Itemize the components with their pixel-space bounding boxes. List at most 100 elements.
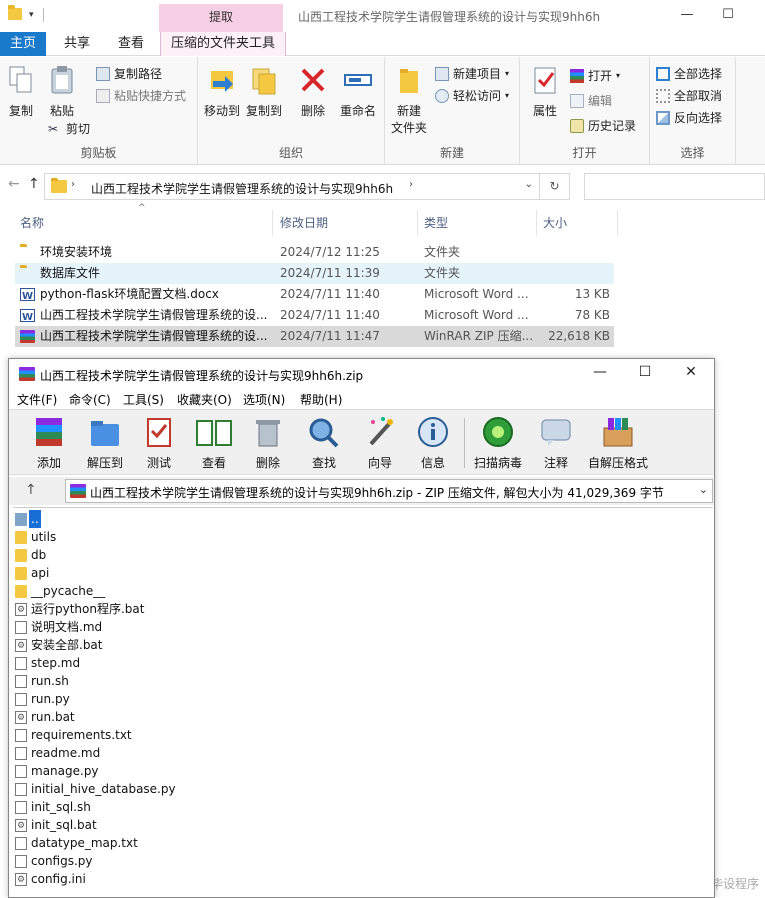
menu-commands[interactable]: 命令(C) <box>69 391 111 408</box>
copy-to-label: 复制到 <box>245 104 282 118</box>
chevron-down-icon: ▾ <box>505 91 510 100</box>
column-header-name[interactable]: 名称 <box>15 210 273 236</box>
copy-button[interactable]: 复制 <box>4 65 38 119</box>
wizard-wand-icon <box>369 417 393 446</box>
wizard-button[interactable]: 向导 <box>361 416 399 471</box>
search-input[interactable] <box>584 173 765 200</box>
paste-icon <box>51 66 73 94</box>
close-button[interactable]: ✕ <box>680 364 702 380</box>
test-button[interactable]: 测试 <box>140 416 178 471</box>
new-item-icon <box>435 66 449 81</box>
properties-button[interactable]: 属性 <box>526 65 564 119</box>
file-row[interactable]: 山西工程技术学院学生请假管理系统的设... 2024/7/11 11:47 Wi… <box>15 326 614 347</box>
address-bar[interactable]: › 山西工程技术学院学生请假管理系统的设计与实现9hh6h › ⌄ <box>44 173 540 200</box>
file-size: 78 KB <box>574 308 610 322</box>
paste-button[interactable]: 粘贴 <box>44 65 80 119</box>
select-none-label: 全部取消 <box>674 89 723 103</box>
clipboard-group-label: 剪贴板 <box>80 146 117 160</box>
archive-item-name: init_sql.bat <box>31 818 97 832</box>
history-icon <box>570 118 584 133</box>
maximize-button[interactable]: ☐ <box>718 6 738 24</box>
rename-button[interactable]: 重命名 <box>336 65 380 119</box>
delete-button[interactable]: 删除 <box>296 65 330 119</box>
address-bar-row: ← ↑ › 山西工程技术学院学生请假管理系统的设计与实现9hh6h › ⌄ ↻ <box>0 170 765 202</box>
new-item-button[interactable]: 新建项目 ▾ <box>435 65 509 82</box>
refresh-button[interactable]: ↻ <box>540 173 570 200</box>
folder-icon <box>15 585 27 598</box>
copy-to-button[interactable]: 复制到 <box>244 65 284 119</box>
menu-favorites[interactable]: 收藏夹(O) <box>177 391 232 408</box>
archive-item-name: api <box>31 566 50 580</box>
tab-share[interactable]: 共享 <box>54 32 100 56</box>
history-button[interactable]: 历史记录 <box>570 117 636 134</box>
file-row[interactable]: python-flask环境配置文档.docx 2024/7/11 11:40 … <box>15 284 614 307</box>
easy-access-button[interactable]: 轻松访问 ▾ <box>435 87 509 104</box>
paste-shortcut-button[interactable]: 粘贴快捷方式 <box>96 87 186 104</box>
menu-file[interactable]: 文件(F) <box>17 391 57 408</box>
edit-button[interactable]: 编辑 <box>570 92 612 109</box>
column-header-type[interactable]: 类型 <box>419 210 537 236</box>
tab-home[interactable]: 主页 <box>0 32 47 56</box>
edit-label: 编辑 <box>588 94 613 108</box>
virus-scan-button[interactable]: 扫描病毒 <box>471 416 525 471</box>
file-row[interactable]: 环境安装环境 2024/7/12 11:25 文件夹 <box>15 242 614 263</box>
add-button[interactable]: 添加 <box>29 416 69 471</box>
info-button[interactable]: 信息 <box>414 416 452 471</box>
minimize-button[interactable]: — <box>677 6 697 24</box>
file-row[interactable]: 数据库文件 2024/7/11 11:39 文件夹 <box>15 263 614 284</box>
column-header-size[interactable]: 大小 <box>538 210 618 236</box>
file-date: 2024/7/12 11:25 <box>280 245 380 259</box>
file-row[interactable]: 山西工程技术学院学生请假管理系统的设... 2024/7/11 11:40 Mi… <box>15 305 614 328</box>
sfx-label: 自解压格式 <box>587 456 648 470</box>
archive-file-list: .. utils db api __pycache__ 运行python程序.bat 说明文… <box>13 507 713 897</box>
up-arrow-icon[interactable]: ↑ <box>28 176 40 192</box>
sfx-button[interactable]: 自解压格式 <box>587 416 649 471</box>
select-none-button[interactable]: 全部取消 <box>656 87 722 104</box>
folder-icon[interactable] <box>8 5 22 20</box>
menu-options[interactable]: 选项(N) <box>243 391 285 408</box>
chevron-down-icon[interactable]: ⌄ <box>525 179 533 190</box>
history-label: 历史记录 <box>588 119 637 133</box>
tab-view[interactable]: 查看 <box>108 32 154 56</box>
archive-item-name: config.ini <box>31 872 86 886</box>
open-button[interactable]: 打开 ▾ <box>570 67 620 84</box>
archive-item-name: utils <box>31 530 57 544</box>
copy-icon <box>9 66 32 93</box>
paste-shortcut-icon <box>96 88 110 103</box>
back-arrow-icon[interactable]: ← <box>8 176 20 192</box>
context-tab-header: 提取 <box>159 4 283 32</box>
find-button[interactable]: 查找 <box>305 416 343 471</box>
select-group: 全部选择 全部取消 反向选择 选择 <box>650 57 736 165</box>
file-icon <box>15 801 27 814</box>
new-item-label: 新建项目 <box>453 67 502 81</box>
menu-tools[interactable]: 工具(S) <box>123 391 164 408</box>
minimize-button[interactable]: — <box>589 364 611 380</box>
new-folder-button[interactable]: 新建 文件夹 <box>389 65 429 136</box>
bat-icon <box>15 871 27 889</box>
file-type: 文件夹 <box>424 245 461 259</box>
copy-path-button[interactable]: 复制路径 <box>96 65 162 82</box>
move-to-button[interactable]: 移动到 <box>202 65 242 119</box>
comment-button[interactable]: 注释 <box>537 416 575 471</box>
winrar-path-box[interactable]: 山西工程技术学院学生请假管理系统的设计与实现9hh6h.zip - ZIP 压缩… <box>65 479 713 503</box>
quick-access-dropdown-icon[interactable]: ▾ <box>29 10 34 20</box>
view-button[interactable]: 查看 <box>193 416 235 471</box>
cut-button[interactable]: ✂ 剪切 <box>48 120 90 137</box>
maximize-button[interactable]: ☐ <box>634 364 656 380</box>
delete-archive-button[interactable]: 删除 <box>249 416 287 471</box>
up-arrow-icon[interactable]: ↑ <box>25 482 37 498</box>
extract-to-label: 解压到 <box>86 456 123 470</box>
extract-to-button[interactable]: 解压到 <box>83 416 127 471</box>
address-text: 山西工程技术学院学生请假管理系统的设计与实现9hh6h <box>91 182 394 196</box>
tab-compressed-folder-tools[interactable]: 压缩的文件夹工具 <box>160 32 287 56</box>
file-icon <box>15 783 27 796</box>
column-header-date[interactable]: 修改日期 <box>275 210 418 236</box>
wizard-label: 向导 <box>367 456 392 470</box>
chevron-down-icon[interactable]: ⌄ <box>699 483 708 496</box>
invert-selection-button[interactable]: 反向选择 <box>656 109 722 126</box>
file-type: Microsoft Word ... <box>424 287 529 301</box>
select-all-button[interactable]: 全部选择 <box>656 65 722 82</box>
word-icon <box>20 307 35 328</box>
archive-item-name: manage.py <box>31 764 99 778</box>
menu-help[interactable]: 帮助(H) <box>300 391 342 408</box>
